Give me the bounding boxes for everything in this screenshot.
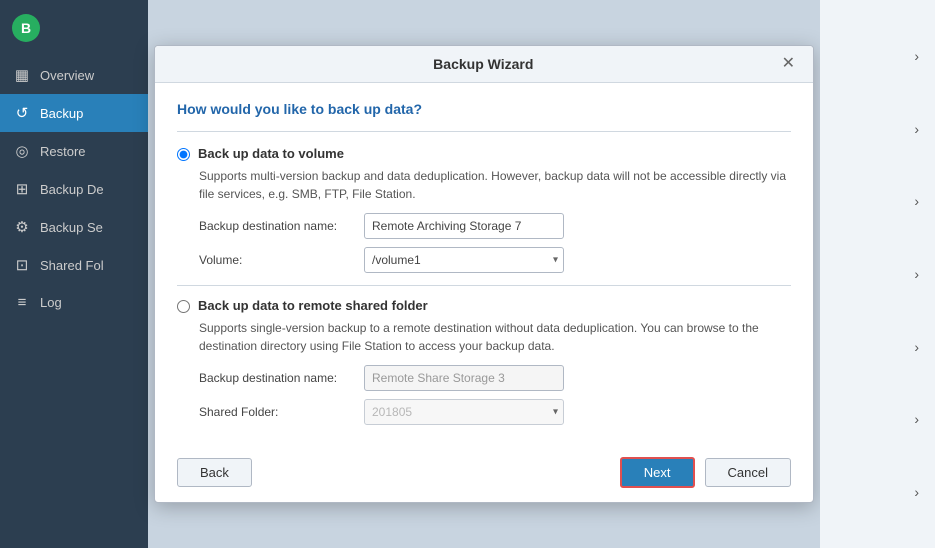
option2-label[interactable]: Back up data to remote shared folder xyxy=(198,298,428,313)
chevron-7[interactable]: › xyxy=(820,484,935,500)
overview-icon: ▦ xyxy=(12,66,32,84)
sidebar-item-backup-se-label: Backup Se xyxy=(40,220,103,235)
modal-backdrop: Backup Wizard ✕ How would you like to ba… xyxy=(148,0,820,548)
modal-header: Backup Wizard ✕ xyxy=(155,46,813,83)
svg-text:B: B xyxy=(21,20,31,36)
restore-icon: ◎ xyxy=(12,142,32,160)
sidebar: B ▦ Overview ↺ Backup ◎ Restore ⊞ Backup… xyxy=(0,0,148,548)
option1-volume-row: Volume: /volume1 /volume2 /volume3 ▾ xyxy=(199,247,791,273)
app-logo-icon: B xyxy=(10,12,42,44)
sidebar-item-restore-label: Restore xyxy=(40,144,86,159)
sidebar-item-shared-fol[interactable]: ⊡ Shared Fol xyxy=(0,246,148,284)
sidebar-item-log-label: Log xyxy=(40,295,62,310)
option2-folder-label: Shared Folder: xyxy=(199,405,364,419)
option1-dest-name-row: Backup destination name: xyxy=(199,213,791,239)
option2-radio[interactable] xyxy=(177,300,190,313)
option2-radio-row: Back up data to remote shared folder xyxy=(177,298,791,313)
shared-fol-icon: ⊡ xyxy=(12,256,32,274)
sidebar-item-log[interactable]: ≡ Log xyxy=(0,284,148,321)
backup-wizard-modal: Backup Wizard ✕ How would you like to ba… xyxy=(154,45,814,503)
header-divider xyxy=(177,131,791,132)
option1-label[interactable]: Back up data to volume xyxy=(198,146,344,161)
option1-radio[interactable] xyxy=(177,148,190,161)
sidebar-item-backup-se[interactable]: ⚙ Backup Se xyxy=(0,208,148,246)
sidebar-item-restore[interactable]: ◎ Restore xyxy=(0,132,148,170)
footer-left: Back xyxy=(177,458,252,487)
modal-close-button[interactable]: ✕ xyxy=(778,54,799,74)
section-divider xyxy=(177,285,791,286)
chevron-6[interactable]: › xyxy=(820,411,935,427)
option2-dest-name-label: Backup destination name: xyxy=(199,371,364,385)
sidebar-item-backup-de-label: Backup De xyxy=(40,182,104,197)
app-logo: B xyxy=(0,0,148,56)
main-area: Backup Wizard ✕ How would you like to ba… xyxy=(148,0,935,548)
sidebar-item-backup-de[interactable]: ⊞ Backup De xyxy=(0,170,148,208)
option1-volume-select[interactable]: /volume1 /volume2 /volume3 xyxy=(364,247,564,273)
modal-body: How would you like to back up data? Back… xyxy=(155,83,813,447)
chevron-1[interactable]: › xyxy=(820,48,935,64)
backup-se-icon: ⚙ xyxy=(12,218,32,236)
option1-radio-row: Back up data to volume xyxy=(177,146,791,161)
cancel-button[interactable]: Cancel xyxy=(705,458,791,487)
right-panel: › › › › › › › xyxy=(820,0,935,548)
option2-dest-name-input xyxy=(364,365,564,391)
option1-dest-name-label: Backup destination name: xyxy=(199,219,364,233)
option1-volume-select-wrap: /volume1 /volume2 /volume3 ▾ xyxy=(364,247,564,273)
footer-right: Next Cancel xyxy=(620,457,791,488)
back-button[interactable]: Back xyxy=(177,458,252,487)
sidebar-item-shared-fol-label: Shared Fol xyxy=(40,258,104,273)
backup-de-icon: ⊞ xyxy=(12,180,32,198)
sidebar-item-backup[interactable]: ↺ Backup xyxy=(0,94,148,132)
option2-dest-name-row: Backup destination name: xyxy=(199,365,791,391)
option2-description: Supports single-version backup to a remo… xyxy=(199,319,791,355)
sidebar-item-backup-label: Backup xyxy=(40,106,83,121)
backup-icon: ↺ xyxy=(12,104,32,122)
modal-question: How would you like to back up data? xyxy=(177,101,791,117)
chevron-5[interactable]: › xyxy=(820,339,935,355)
sidebar-item-overview[interactable]: ▦ Overview xyxy=(0,56,148,94)
option1-description: Supports multi-version backup and data d… xyxy=(199,167,791,203)
option2-folder-row: Shared Folder: 201805 201806 backup ▾ xyxy=(199,399,791,425)
modal-footer: Back Next Cancel xyxy=(155,447,813,502)
option2-folder-select-wrap: 201805 201806 backup ▾ xyxy=(364,399,564,425)
chevron-2[interactable]: › xyxy=(820,121,935,137)
sidebar-item-overview-label: Overview xyxy=(40,68,94,83)
modal-title: Backup Wizard xyxy=(189,56,778,72)
next-button[interactable]: Next xyxy=(620,457,695,488)
option2-folder-select: 201805 201806 backup xyxy=(364,399,564,425)
log-icon: ≡ xyxy=(12,294,32,311)
chevron-4[interactable]: › xyxy=(820,266,935,282)
option1-section: Back up data to volume Supports multi-ve… xyxy=(177,146,791,273)
chevron-3[interactable]: › xyxy=(820,193,935,209)
option1-volume-label: Volume: xyxy=(199,253,364,267)
option2-section: Back up data to remote shared folder Sup… xyxy=(177,298,791,425)
option1-dest-name-input[interactable] xyxy=(364,213,564,239)
